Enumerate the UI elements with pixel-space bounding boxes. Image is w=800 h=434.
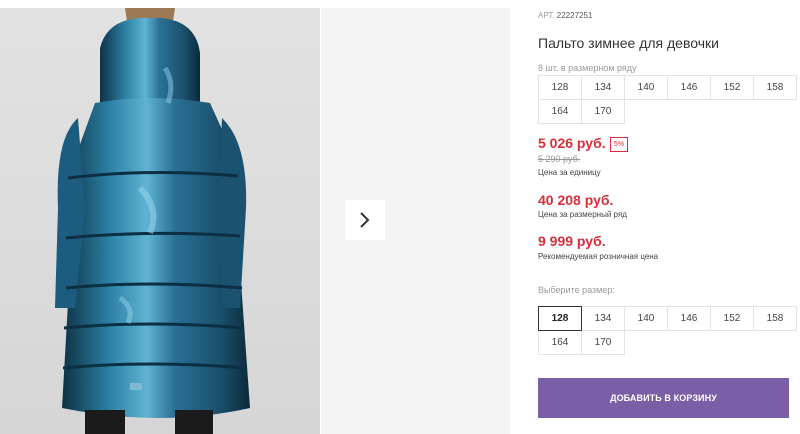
range-size-140: 140 bbox=[624, 75, 668, 100]
unit-price-caption: Цена за единицу bbox=[538, 168, 601, 177]
chevron-right-icon bbox=[360, 212, 370, 228]
range-price-caption: Цена за размерный ряд bbox=[538, 210, 627, 219]
size-range-label: 8 шт. в размерном ряду bbox=[538, 63, 637, 73]
size-option-170[interactable]: 170 bbox=[581, 330, 625, 355]
gallery-next-button[interactable] bbox=[345, 200, 385, 240]
size-option-128[interactable]: 128 bbox=[538, 306, 582, 331]
range-size-128: 128 bbox=[538, 75, 582, 100]
coat-image bbox=[0, 8, 320, 434]
article-number: АРТ. 22227251 bbox=[538, 11, 592, 20]
size-range-grid: 128 134 140 146 152 158 164 170 bbox=[538, 75, 797, 124]
range-price: 40 208 руб. bbox=[538, 192, 614, 208]
size-option-134[interactable]: 134 bbox=[581, 306, 625, 331]
range-size-152: 152 bbox=[710, 75, 754, 100]
range-size-134: 134 bbox=[581, 75, 625, 100]
product-photo[interactable] bbox=[0, 8, 320, 434]
unit-price: 5 026 руб. bbox=[538, 135, 606, 151]
size-option-158[interactable]: 158 bbox=[753, 306, 797, 331]
size-option-152[interactable]: 152 bbox=[710, 306, 754, 331]
discount-badge: 5% bbox=[610, 137, 629, 152]
product-gallery bbox=[0, 0, 510, 434]
product-title: Пальто зимнее для девочки bbox=[538, 35, 719, 51]
range-size-158: 158 bbox=[753, 75, 797, 100]
choose-size-label: Выберите размер: bbox=[538, 285, 615, 295]
size-option-164[interactable]: 164 bbox=[538, 330, 582, 355]
retail-price: 9 999 руб. bbox=[538, 233, 606, 249]
range-size-170: 170 bbox=[581, 99, 625, 124]
article-value: 22227251 bbox=[556, 11, 593, 20]
retail-price-caption: Рекомендуемая розничная цена bbox=[538, 252, 659, 261]
old-price: 5 290 руб. bbox=[538, 154, 581, 164]
range-size-164: 164 bbox=[538, 99, 582, 124]
size-selector: 128 134 140 146 152 158 164 170 bbox=[538, 306, 797, 355]
size-option-146[interactable]: 146 bbox=[667, 306, 711, 331]
add-to-cart-button[interactable]: ДОБАВИТЬ В КОРЗИНУ bbox=[538, 378, 789, 418]
article-label: АРТ. bbox=[538, 11, 555, 20]
range-size-146: 146 bbox=[667, 75, 711, 100]
size-option-140[interactable]: 140 bbox=[624, 306, 668, 331]
